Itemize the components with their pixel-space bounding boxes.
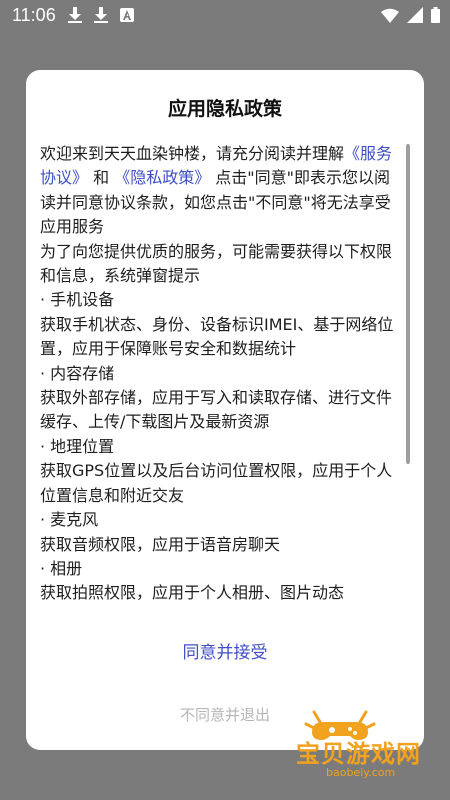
signal-icon bbox=[407, 7, 423, 23]
content-scrollbar[interactable] bbox=[406, 144, 410, 464]
status-bar: 11:06 bbox=[0, 0, 450, 32]
notification-icons bbox=[68, 7, 134, 23]
status-time: 11:06 bbox=[12, 5, 56, 25]
permission-heading: · 地理位置 bbox=[40, 436, 115, 456]
permission-heading: · 相册 bbox=[40, 558, 83, 578]
battery-icon bbox=[431, 7, 440, 23]
watermark-text: 宝贝游戏网 bbox=[296, 740, 421, 768]
permission-description: 获取手机状态、身份、设备标识IMEI、基于网络位置，应用于保障账号安全和数据统计 bbox=[40, 314, 394, 359]
agree-button[interactable]: 同意并接受 bbox=[26, 638, 424, 663]
permission-description: 获取拍照权限，应用于个人相册、图片动态 bbox=[40, 583, 345, 603]
download-icon bbox=[94, 7, 108, 23]
permission-heading: · 手机设备 bbox=[40, 290, 115, 310]
wifi-icon bbox=[381, 8, 399, 23]
a-icon bbox=[120, 8, 134, 22]
and-text: 和 bbox=[88, 168, 115, 188]
watermark: 宝贝游戏网 baobeiy.com bbox=[280, 702, 440, 784]
permission-heading: · 麦克风 bbox=[40, 510, 99, 530]
permission-description: 获取音频权限，应用于语音房聊天 bbox=[40, 534, 281, 554]
permission-description: 获取GPS位置以及后台访问位置权限，应用于个人位置信息和附近交友 bbox=[40, 461, 393, 505]
privacy-dialog: 应用隐私政策 欢迎来到天天血染钟楼，请充分阅读并理解《服务协议》 和 《隐私政策… bbox=[26, 70, 424, 750]
system-icons bbox=[381, 7, 440, 23]
dialog-title: 应用隐私政策 bbox=[167, 98, 282, 120]
download-icon bbox=[68, 7, 82, 23]
policy-content[interactable]: 欢迎来到天天血染钟楼，请充分阅读并理解《服务协议》 和 《隐私政策》 点击"同意… bbox=[40, 142, 402, 612]
intro-text: 欢迎来到天天血染钟楼，请充分阅读并理解 bbox=[40, 144, 345, 163]
privacy-policy-link[interactable]: 《隐私政策》 bbox=[114, 168, 210, 187]
permission-description: 获取外部存储，应用于写入和读取存储、进行文件缓存、上传/下载图片及最新资源 bbox=[40, 388, 393, 432]
permission-intro: 为了向您提供优质的服务，可能需要获得以下权限和信息，系统弹窗提示 bbox=[40, 241, 393, 286]
watermark-url: baobeiy.com bbox=[326, 766, 396, 779]
permission-heading: · 内容存储 bbox=[40, 363, 115, 383]
intro-paragraph: 欢迎来到天天血染钟楼，请充分阅读并理解《服务协议》 和 《隐私政策》 点击"同意… bbox=[40, 142, 402, 240]
